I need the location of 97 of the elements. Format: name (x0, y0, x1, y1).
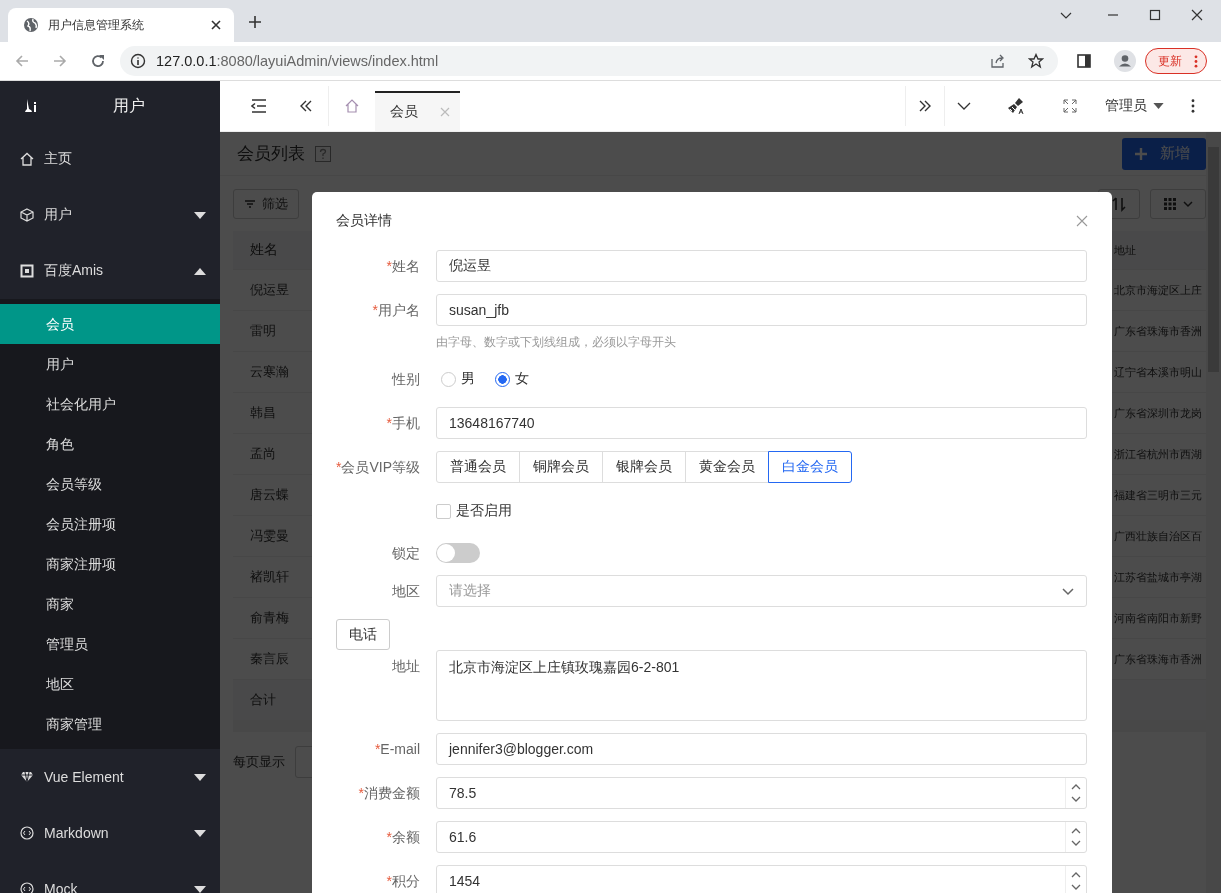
update-button[interactable]: 更新 (1145, 48, 1207, 74)
sidebar-item[interactable]: 主页 (0, 131, 220, 187)
field-label: 锁定 (391, 544, 421, 563)
sidebar-subitem[interactable]: 用户 (0, 344, 220, 384)
level-option[interactable]: 铜牌会员 (519, 451, 603, 483)
radio-option[interactable]: 女 (495, 370, 529, 388)
field-label: *姓名 (385, 257, 421, 276)
more-icon[interactable] (1191, 99, 1195, 113)
dialog-title: 会员详情 (336, 212, 392, 230)
checkbox-label: 是否启用 (456, 502, 512, 520)
page-size-label: 每页显示 (233, 753, 285, 771)
checkbox[interactable] (436, 503, 451, 519)
field-label: 地址 (391, 657, 421, 676)
level-option[interactable]: 普通会员 (436, 451, 520, 483)
fullscreen-icon[interactable] (1063, 99, 1077, 113)
table-cell-text: 俞青梅 (249, 609, 290, 627)
double-right-icon[interactable] (918, 99, 932, 113)
text-field[interactable]: susan_jfb (436, 294, 1087, 326)
table-cell-text: 褚凯轩 (249, 568, 290, 586)
sidebar-title: 用户 (113, 95, 145, 116)
profile-icon[interactable] (1114, 50, 1136, 72)
increment-icon[interactable] (1070, 870, 1082, 880)
sidebar-subitem[interactable]: 管理员 (0, 624, 220, 664)
brush-icon[interactable] (1007, 97, 1025, 115)
field-label: *余额 (385, 828, 421, 847)
info-icon (130, 53, 146, 69)
phone-button[interactable]: 电话 (336, 619, 390, 650)
diamond-icon (20, 770, 34, 784)
field-label: *用户名 (371, 301, 421, 320)
help-text: 由字母、数字或下划线组成，必须以字母开头 (436, 334, 677, 351)
home-icon[interactable] (344, 98, 360, 114)
square-icon (20, 264, 34, 278)
more-icon (1194, 54, 1198, 68)
page-tab[interactable]: 会员 (375, 91, 460, 131)
page-title: 会员列表 (237, 143, 305, 165)
level-option[interactable]: 白金会员 (768, 451, 852, 483)
sidebar-subitem[interactable]: 商家 (0, 584, 220, 624)
field-label: 地区 (391, 582, 421, 601)
text-field[interactable]: 13648167740 (436, 407, 1087, 439)
sidebar-item[interactable]: Vue Element (0, 749, 220, 805)
field-label: *积分 (385, 872, 421, 891)
maximize-icon[interactable] (1149, 9, 1161, 21)
table-cell-text: 冯雯曼 (249, 527, 290, 545)
increment-icon[interactable] (1070, 782, 1082, 792)
share-icon[interactable] (990, 53, 1006, 69)
sidebar-item[interactable]: 用户 (0, 187, 220, 243)
sidebar-subitem[interactable]: 商家管理 (0, 704, 220, 744)
code-icon (20, 826, 34, 840)
sidebar-subitem[interactable]: 地区 (0, 664, 220, 704)
text-field[interactable]: jennifer3@blogger.com (436, 733, 1087, 765)
decrement-icon[interactable] (1070, 838, 1082, 848)
field-label: 性别 (390, 370, 421, 389)
browser-tab[interactable]: 用户信息管理系统 (8, 8, 234, 42)
reload-icon[interactable] (90, 53, 106, 69)
number-field[interactable]: 61.6 (436, 821, 1087, 853)
column-header: 姓名 (249, 241, 279, 259)
radio-option[interactable]: 男 (441, 370, 475, 388)
sidebar-subitem[interactable]: 会员注册项 (0, 504, 220, 544)
number-field[interactable]: 1454 (436, 865, 1087, 893)
close-icon[interactable] (1191, 9, 1203, 21)
home-icon (20, 152, 34, 166)
level-option[interactable]: 银牌会员 (602, 451, 686, 483)
sidebar-subitem[interactable]: 会员等级 (0, 464, 220, 504)
chevron-down-icon (1062, 585, 1074, 597)
field-label: *E-mail (373, 740, 421, 759)
field-label: *会员VIP等级 (336, 458, 422, 477)
close-icon[interactable] (210, 19, 222, 31)
toggle-switch[interactable] (436, 543, 480, 563)
sidebar-subitem[interactable]: 社会化用户 (0, 384, 220, 424)
text-field[interactable]: 倪运昱 (436, 250, 1087, 282)
side-panel-icon[interactable] (1076, 53, 1092, 69)
field-label: *消费金额 (357, 784, 421, 803)
caret-icon (1153, 103, 1164, 109)
decrement-icon[interactable] (1070, 794, 1082, 804)
increment-icon[interactable] (1070, 826, 1082, 836)
number-field[interactable]: 78.5 (436, 777, 1087, 809)
star-icon[interactable] (1028, 53, 1044, 69)
sidebar-subitem[interactable]: 角色 (0, 424, 220, 464)
level-option[interactable]: 黄金会员 (685, 451, 769, 483)
sidebar-subitem[interactable]: 商家注册项 (0, 544, 220, 584)
table-cell-text: 唐云蝶 (249, 486, 290, 504)
table-cell-text: 韩昌 (249, 404, 277, 422)
sidebar-item[interactable]: Markdown (0, 805, 220, 861)
new-tab-icon[interactable] (248, 15, 262, 29)
sidebar-subitem[interactable]: 会员 (0, 304, 220, 344)
double-left-icon[interactable] (299, 99, 313, 113)
tab-title: 用户信息管理系统 (48, 16, 144, 34)
decrement-icon[interactable] (1070, 882, 1082, 892)
sidebar-item[interactable]: 百度Amis (0, 243, 220, 299)
globe-icon (23, 17, 39, 33)
code-icon (20, 882, 34, 893)
address-textarea[interactable]: 北京市海淀区上庄镇玫瑰嘉园6-2-801 (436, 650, 1087, 721)
address-field[interactable]: 127.0.0.1:8080/layuiAdmin/views/index.html (120, 46, 1058, 76)
user-menu[interactable]: 管理员 (1105, 97, 1164, 115)
field-label: *手机 (385, 414, 421, 433)
cube-icon (20, 208, 34, 222)
menu-fold-icon[interactable] (251, 98, 267, 114)
